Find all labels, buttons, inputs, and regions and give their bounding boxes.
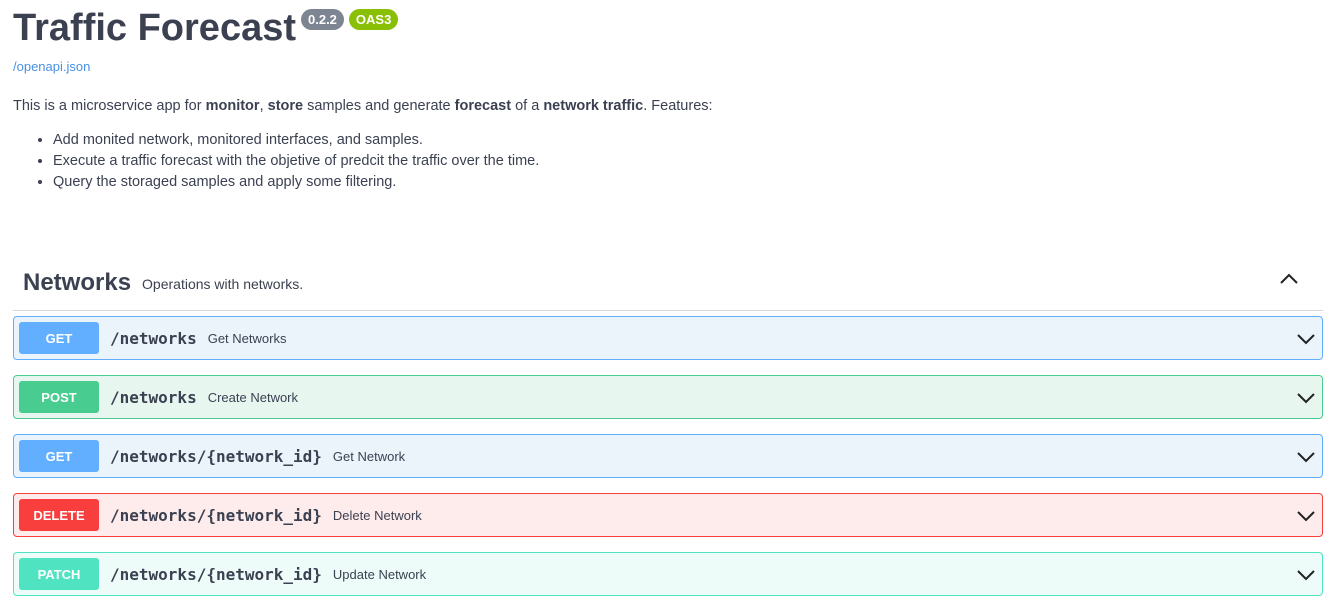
operation-path: /networks/{network_id} xyxy=(110,446,322,466)
description-text: This is a microservice app for monitor, … xyxy=(13,96,713,116)
text: store xyxy=(267,98,304,114)
operation-post-networks[interactable]: POST /networks Create Network xyxy=(13,375,1323,419)
operation-path: /networks xyxy=(110,328,197,348)
oas-badge: OAS3 xyxy=(348,9,399,30)
openapi-spec-link[interactable]: /openapi.json xyxy=(13,59,90,74)
operation-path: /networks/{network_id} xyxy=(110,505,322,525)
operation-summary: Create Network xyxy=(207,389,299,405)
method-badge: GET xyxy=(19,322,99,354)
api-title-block: Traffic Forecast 0.2.2 OAS3 xyxy=(13,6,399,50)
text: network traffic xyxy=(543,98,644,114)
feature-item: Add monited network, monitored interface… xyxy=(53,130,713,151)
text: monitor xyxy=(205,98,260,114)
operation-path: /networks xyxy=(110,387,197,407)
version-badge: 0.2.2 xyxy=(301,9,344,30)
text: . Features: xyxy=(643,98,713,114)
feature-list: Add monited network, monitored interface… xyxy=(13,130,713,193)
method-badge: DELETE xyxy=(19,499,99,531)
tag-name: Networks xyxy=(23,268,132,296)
chevron-up-icon[interactable] xyxy=(1279,269,1299,289)
operation-delete-network[interactable]: DELETE /networks/{network_id} Delete Net… xyxy=(13,493,1323,537)
method-badge: GET xyxy=(19,440,99,472)
chevron-down-icon[interactable] xyxy=(1296,506,1316,526)
tag-networks-header[interactable]: Networks Operations with networks. xyxy=(13,255,1323,311)
operation-patch-network[interactable]: PATCH /networks/{network_id} Update Netw… xyxy=(13,552,1323,596)
operation-get-network[interactable]: GET /networks/{network_id} Get Network xyxy=(13,434,1323,478)
operation-path: /networks/{network_id} xyxy=(110,564,322,584)
tag-description: Operations with networks. xyxy=(142,275,304,292)
text: forecast xyxy=(454,98,512,114)
operation-summary: Delete Network xyxy=(332,507,422,523)
operation-summary: Get Networks xyxy=(207,330,287,346)
text: , xyxy=(259,98,268,114)
operation-summary: Get Network xyxy=(332,448,406,464)
page-title: Traffic Forecast xyxy=(13,7,296,49)
chevron-down-icon[interactable] xyxy=(1296,388,1316,408)
api-description: This is a microservice app for monitor, … xyxy=(13,96,713,193)
operation-summary: Update Network xyxy=(332,566,427,582)
text: samples and generate xyxy=(303,98,455,114)
feature-item: Query the storaged samples and apply som… xyxy=(53,172,713,193)
method-badge: PATCH xyxy=(19,558,99,590)
text: This is a microservice app for xyxy=(13,98,206,114)
chevron-down-icon[interactable] xyxy=(1296,447,1316,467)
chevron-down-icon[interactable] xyxy=(1296,329,1316,349)
operation-get-networks[interactable]: GET /networks Get Networks xyxy=(13,316,1323,360)
text: of a xyxy=(511,98,544,114)
chevron-down-icon[interactable] xyxy=(1296,565,1316,585)
method-badge: POST xyxy=(19,381,99,413)
feature-item: Execute a traffic forecast with the obje… xyxy=(53,151,713,172)
